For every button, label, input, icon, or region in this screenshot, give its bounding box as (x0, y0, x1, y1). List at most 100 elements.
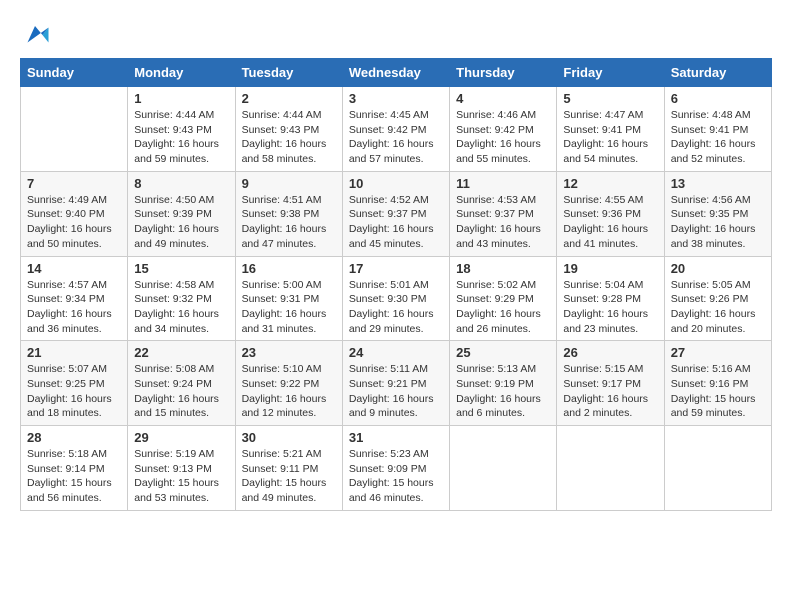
day-number: 19 (563, 261, 657, 276)
day-info: Sunrise: 5:02 AMSunset: 9:29 PMDaylight:… (456, 278, 550, 337)
day-info: Sunrise: 5:04 AMSunset: 9:28 PMDaylight:… (563, 278, 657, 337)
weekday-header-thursday: Thursday (450, 59, 557, 87)
calendar-week-row: 21 Sunrise: 5:07 AMSunset: 9:25 PMDayligh… (21, 341, 772, 426)
day-info: Sunrise: 5:07 AMSunset: 9:25 PMDaylight:… (27, 362, 121, 421)
calendar-cell: 29Sunrise: 5:19 AMSunset: 9:13 PMDayligh… (128, 426, 235, 511)
day-number: 3 (349, 91, 443, 106)
day-info: Sunrise: 4:44 AMSunset: 9:43 PMDaylight:… (134, 108, 228, 167)
day-number: 9 (242, 176, 336, 191)
calendar-week-row: 1 Sunrise: 4:44 AMSunset: 9:43 PMDaylight… (21, 87, 772, 172)
calendar-cell: 7 Sunrise: 4:49 AMSunset: 9:40 PMDaylight… (21, 171, 128, 256)
calendar-cell: 20 Sunrise: 5:05 AMSunset: 9:26 PMDayligh… (664, 256, 771, 341)
calendar-cell: 10Sunrise: 4:52 AMSunset: 9:37 PMDayligh… (342, 171, 449, 256)
day-number: 12 (563, 176, 657, 191)
calendar-cell (450, 426, 557, 511)
day-number: 21 (27, 345, 121, 360)
weekday-header-monday: Monday (128, 59, 235, 87)
calendar-cell: 2 Sunrise: 4:44 AMSunset: 9:43 PMDaylight… (235, 87, 342, 172)
day-number: 14 (27, 261, 121, 276)
day-number: 7 (27, 176, 121, 191)
calendar-cell: 22 Sunrise: 5:08 AMSunset: 9:24 PMDayligh… (128, 341, 235, 426)
weekday-header-row: SundayMondayTuesdayWednesdayThursdayFrid… (21, 59, 772, 87)
calendar-week-row: 28 Sunrise: 5:18 AMSunset: 9:14 PMDayligh… (21, 426, 772, 511)
day-info: Sunrise: 5:21 AMSunset: 9:11 PMDaylight:… (242, 447, 336, 506)
calendar-cell: 15Sunrise: 4:58 AMSunset: 9:32 PMDayligh… (128, 256, 235, 341)
weekday-header-friday: Friday (557, 59, 664, 87)
day-number: 28 (27, 430, 121, 445)
calendar-cell: 14 Sunrise: 4:57 AMSunset: 9:34 PMDayligh… (21, 256, 128, 341)
calendar-cell: 4Sunrise: 4:46 AMSunset: 9:42 PMDaylight… (450, 87, 557, 172)
day-number: 6 (671, 91, 765, 106)
calendar-cell: 3 Sunrise: 4:45 AMSunset: 9:42 PMDaylight… (342, 87, 449, 172)
calendar-table: SundayMondayTuesdayWednesdayThursdayFrid… (20, 58, 772, 511)
day-number: 11 (456, 176, 550, 191)
day-number: 26 (563, 345, 657, 360)
day-info: Sunrise: 5:00 AMSunset: 9:31 PMDaylight:… (242, 278, 336, 337)
day-info: Sunrise: 4:49 AMSunset: 9:40 PMDaylight:… (27, 193, 121, 252)
calendar-cell: 26 Sunrise: 5:15 AMSunset: 9:17 PMDayligh… (557, 341, 664, 426)
day-info: Sunrise: 4:48 AMSunset: 9:41 PMDaylight:… (671, 108, 765, 167)
day-number: 10 (349, 176, 443, 191)
header (20, 20, 772, 50)
calendar-cell: 1 Sunrise: 4:44 AMSunset: 9:43 PMDaylight… (128, 87, 235, 172)
day-info: Sunrise: 4:56 AMSunset: 9:35 PMDaylight:… (671, 193, 765, 252)
day-number: 22 (134, 345, 228, 360)
logo (20, 20, 54, 50)
day-number: 31 (349, 430, 443, 445)
day-info: Sunrise: 4:57 AMSunset: 9:34 PMDaylight:… (27, 278, 121, 337)
day-info: Sunrise: 5:08 AMSunset: 9:24 PMDaylight:… (134, 362, 228, 421)
day-number: 15 (134, 261, 228, 276)
logo-icon (20, 20, 50, 50)
day-number: 16 (242, 261, 336, 276)
day-number: 24 (349, 345, 443, 360)
calendar-cell: 9 Sunrise: 4:51 AMSunset: 9:38 PMDaylight… (235, 171, 342, 256)
day-info: Sunrise: 5:01 AMSunset: 9:30 PMDaylight:… (349, 278, 443, 337)
day-info: Sunrise: 4:44 AMSunset: 9:43 PMDaylight:… (242, 108, 336, 167)
calendar-cell: 27Sunrise: 5:16 AMSunset: 9:16 PMDayligh… (664, 341, 771, 426)
day-number: 4 (456, 91, 550, 106)
calendar-cell: 24Sunrise: 5:11 AMSunset: 9:21 PMDayligh… (342, 341, 449, 426)
calendar-week-row: 14 Sunrise: 4:57 AMSunset: 9:34 PMDayligh… (21, 256, 772, 341)
calendar-week-row: 7 Sunrise: 4:49 AMSunset: 9:40 PMDaylight… (21, 171, 772, 256)
day-info: Sunrise: 4:51 AMSunset: 9:38 PMDaylight:… (242, 193, 336, 252)
calendar-cell: 31 Sunrise: 5:23 AMSunset: 9:09 PMDayligh… (342, 426, 449, 511)
calendar-cell (557, 426, 664, 511)
day-number: 30 (242, 430, 336, 445)
day-info: Sunrise: 4:45 AMSunset: 9:42 PMDaylight:… (349, 108, 443, 167)
day-info: Sunrise: 5:15 AMSunset: 9:17 PMDaylight:… (563, 362, 657, 421)
calendar-cell (21, 87, 128, 172)
calendar-cell: 8Sunrise: 4:50 AMSunset: 9:39 PMDaylight… (128, 171, 235, 256)
day-info: Sunrise: 5:13 AMSunset: 9:19 PMDaylight:… (456, 362, 550, 421)
calendar-cell: 6 Sunrise: 4:48 AMSunset: 9:41 PMDaylight… (664, 87, 771, 172)
weekday-header-sunday: Sunday (21, 59, 128, 87)
weekday-header-saturday: Saturday (664, 59, 771, 87)
day-info: Sunrise: 5:18 AMSunset: 9:14 PMDaylight:… (27, 447, 121, 506)
calendar-cell: 21 Sunrise: 5:07 AMSunset: 9:25 PMDayligh… (21, 341, 128, 426)
day-info: Sunrise: 5:10 AMSunset: 9:22 PMDaylight:… (242, 362, 336, 421)
calendar-cell: 5 Sunrise: 4:47 AMSunset: 9:41 PMDaylight… (557, 87, 664, 172)
day-number: 1 (134, 91, 228, 106)
day-number: 20 (671, 261, 765, 276)
day-number: 5 (563, 91, 657, 106)
calendar-cell: 28 Sunrise: 5:18 AMSunset: 9:14 PMDayligh… (21, 426, 128, 511)
day-number: 23 (242, 345, 336, 360)
calendar-cell: 30 Sunrise: 5:21 AMSunset: 9:11 PMDayligh… (235, 426, 342, 511)
day-number: 2 (242, 91, 336, 106)
calendar-cell: 18Sunrise: 5:02 AMSunset: 9:29 PMDayligh… (450, 256, 557, 341)
day-info: Sunrise: 5:19 AMSunset: 9:13 PMDaylight:… (134, 447, 228, 506)
day-number: 25 (456, 345, 550, 360)
calendar-cell: 16 Sunrise: 5:00 AMSunset: 9:31 PMDayligh… (235, 256, 342, 341)
day-info: Sunrise: 5:23 AMSunset: 9:09 PMDaylight:… (349, 447, 443, 506)
weekday-header-tuesday: Tuesday (235, 59, 342, 87)
day-info: Sunrise: 4:53 AMSunset: 9:37 PMDaylight:… (456, 193, 550, 252)
day-number: 17 (349, 261, 443, 276)
day-number: 8 (134, 176, 228, 191)
day-info: Sunrise: 5:05 AMSunset: 9:26 PMDaylight:… (671, 278, 765, 337)
calendar-cell: 13Sunrise: 4:56 AMSunset: 9:35 PMDayligh… (664, 171, 771, 256)
day-info: Sunrise: 4:55 AMSunset: 9:36 PMDaylight:… (563, 193, 657, 252)
calendar-cell: 12 Sunrise: 4:55 AMSunset: 9:36 PMDayligh… (557, 171, 664, 256)
day-info: Sunrise: 4:47 AMSunset: 9:41 PMDaylight:… (563, 108, 657, 167)
calendar-cell: 17 Sunrise: 5:01 AMSunset: 9:30 PMDayligh… (342, 256, 449, 341)
calendar-cell: 19 Sunrise: 5:04 AMSunset: 9:28 PMDayligh… (557, 256, 664, 341)
day-number: 27 (671, 345, 765, 360)
